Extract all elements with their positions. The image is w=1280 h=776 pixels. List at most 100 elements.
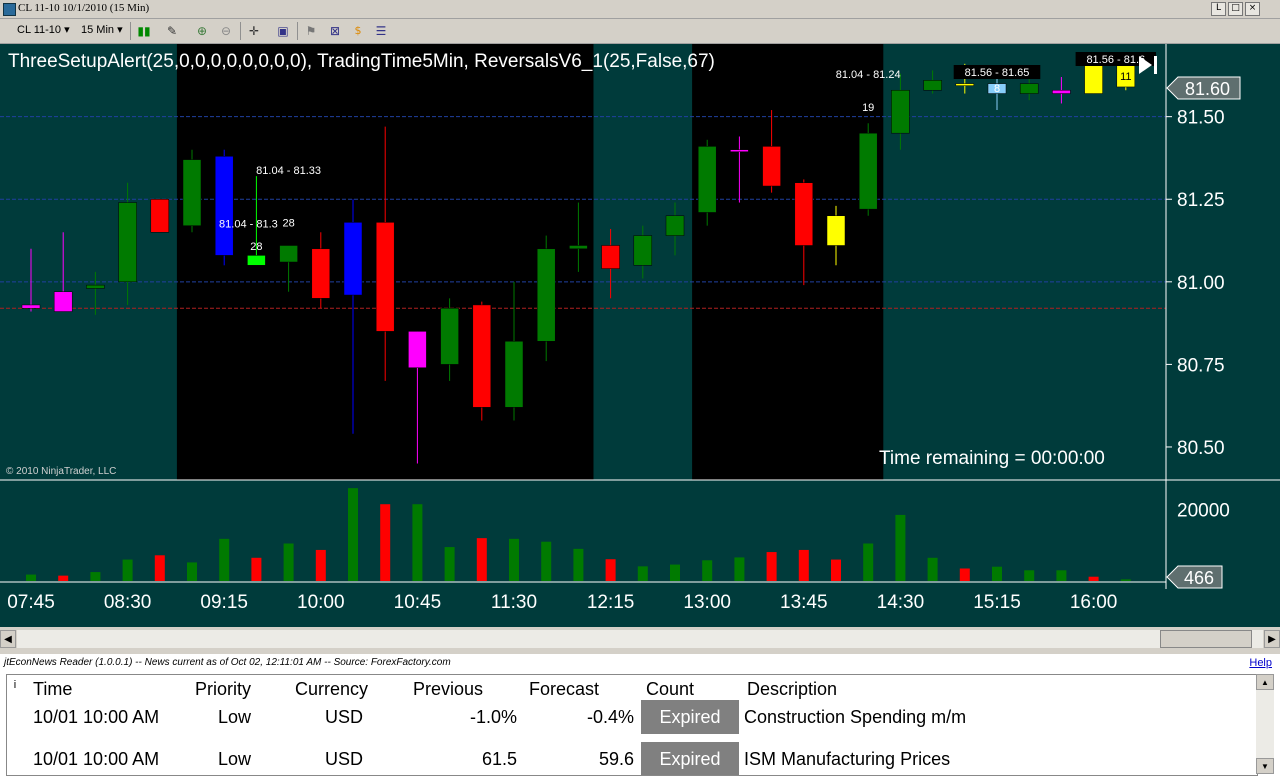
volume-bar: [1120, 579, 1131, 581]
zoom-out-icon[interactable]: ⊖: [218, 23, 234, 39]
col-previous[interactable]: Previous: [413, 679, 483, 700]
news-header: jtEconNews Reader (1.0.0.1) -- News curr…: [4, 657, 1276, 671]
crosshair-icon[interactable]: ✛: [246, 23, 262, 39]
last-volume-label: 466: [1184, 568, 1214, 588]
candle: [408, 331, 427, 368]
chart-toolbar: CL 11-10 ▾ 15 Min ▾ ▮▮ ✎ ⊕ ⊖ ✛ ▣ ⚑ ⊠ $ ☰: [0, 19, 1280, 44]
candle: [1019, 83, 1039, 94]
annotation-label: 81.04 - 81.24: [836, 69, 901, 81]
indicators-icon[interactable]: ⊠: [327, 23, 343, 39]
volume-bar: [251, 557, 262, 581]
chevron-down-icon: ▾: [64, 24, 70, 36]
price-tick-label: 81.50: [1177, 108, 1225, 129]
row-currency: USD: [325, 749, 364, 769]
news-status: jtEconNews Reader (1.0.0.1) -- News curr…: [4, 657, 451, 668]
volume-bar: [573, 548, 584, 581]
price-chart[interactable]: 81.50 81.25 81.00 80.75 80.50 20000 07:45 08:3…: [0, 44, 1280, 627]
app-icon: [3, 3, 16, 16]
col-count[interactable]: Count: [646, 679, 694, 700]
properties-icon[interactable]: ▣: [275, 23, 291, 39]
row-description: ISM Manufacturing Prices: [744, 749, 951, 769]
time-tick-label: 14:30: [877, 592, 925, 613]
scroll-thumb[interactable]: [1160, 630, 1252, 648]
candle: [1084, 63, 1103, 94]
maximize-button[interactable]: □: [1228, 2, 1243, 16]
col-currency[interactable]: Currency: [295, 679, 368, 700]
volume-bar: [1024, 570, 1035, 581]
volume-bar: [670, 564, 680, 581]
strategy-icon[interactable]: ⚑: [303, 23, 319, 39]
last-price-label: 81.60: [1185, 79, 1230, 99]
row-priority: Low: [218, 749, 252, 769]
orders-icon[interactable]: $: [350, 23, 366, 39]
volume-bar: [412, 504, 423, 581]
scroll-up-icon[interactable]: ▲: [1256, 674, 1274, 690]
volume-bar: [444, 547, 455, 581]
draw-tool-icon[interactable]: ✎: [164, 23, 180, 39]
candle: [118, 202, 137, 283]
time-tick-label: 10:00: [297, 592, 345, 613]
col-priority[interactable]: Priority: [195, 679, 251, 700]
candle: [858, 132, 878, 210]
scroll-down-icon[interactable]: ▼: [1256, 758, 1274, 774]
price-tick-label: 81.00: [1177, 273, 1225, 294]
row-currency: USD: [325, 707, 364, 727]
scroll-right-icon[interactable]: ▶: [1264, 630, 1280, 648]
zoom-in-icon[interactable]: ⊕: [194, 23, 210, 39]
chevron-down-icon: ▾: [117, 24, 123, 36]
candle: [214, 156, 234, 256]
news-table: i Time Priority Currency Previous Foreca…: [6, 674, 1258, 776]
volume-bar: [895, 514, 906, 581]
time-tick-label: 13:00: [683, 592, 731, 613]
row-time: 10/01 10:00 AM: [33, 707, 160, 727]
window-title: CL 11-10 10/1/2010 (15 Min): [18, 2, 150, 14]
volume-bar: [798, 549, 809, 581]
minimize-button[interactable]: L: [1211, 2, 1226, 16]
data-box-icon[interactable]: ☰: [373, 23, 389, 39]
interval-selector[interactable]: 15 Min ▾: [78, 22, 129, 39]
candle: [891, 89, 910, 134]
candle: [601, 245, 620, 269]
candle: [730, 149, 749, 152]
time-tick-label: 10:45: [394, 592, 442, 613]
candle: [955, 83, 975, 86]
col-forecast[interactable]: Forecast: [529, 679, 599, 700]
col-description[interactable]: Description: [747, 679, 837, 700]
col-time[interactable]: Time: [33, 679, 72, 700]
annotation-label: 81.56 - 81.65: [965, 67, 1030, 79]
volume-bar: [26, 574, 36, 581]
candle: [182, 159, 202, 226]
candle: [1052, 89, 1071, 94]
row-previous: 61.5: [481, 749, 517, 769]
instrument-selector[interactable]: CL 11-10 ▾: [14, 22, 75, 39]
candle: [86, 284, 105, 289]
candle: [794, 182, 814, 246]
horizontal-scrollbar[interactable]: ◀ ▶: [0, 627, 1280, 651]
close-button[interactable]: ×: [1245, 2, 1260, 16]
vertical-scrollbar[interactable]: ▲ ▼: [1256, 674, 1274, 774]
scroll-track[interactable]: [17, 630, 1263, 648]
annotation-label: 28: [282, 218, 294, 230]
annotation-label: 8: [994, 83, 1000, 95]
volume-bar: [476, 538, 487, 581]
scroll-left-icon[interactable]: ◀: [0, 630, 16, 648]
volume-bar: [637, 566, 648, 581]
time-tick-label: 11:30: [491, 592, 537, 613]
candle: [21, 304, 41, 309]
volume-bar: [927, 557, 938, 581]
row-description: Construction Spending m/m: [744, 707, 967, 727]
candle: [440, 307, 459, 365]
time-tick-label: 12:15: [587, 592, 635, 613]
volume-bar: [766, 552, 777, 581]
price-tick-label: 80.75: [1177, 355, 1225, 376]
candle: [762, 146, 781, 187]
info-icon: i: [13, 679, 17, 691]
annotation-label: 28: [250, 241, 262, 253]
help-link[interactable]: Help: [1249, 657, 1272, 669]
volume-bar: [90, 572, 101, 581]
bar-type-icon[interactable]: ▮▮: [136, 23, 152, 39]
price-tick-label: 81.25: [1177, 190, 1225, 211]
volume-bar: [605, 559, 616, 581]
candle: [923, 80, 942, 91]
volume-bar: [122, 559, 133, 581]
